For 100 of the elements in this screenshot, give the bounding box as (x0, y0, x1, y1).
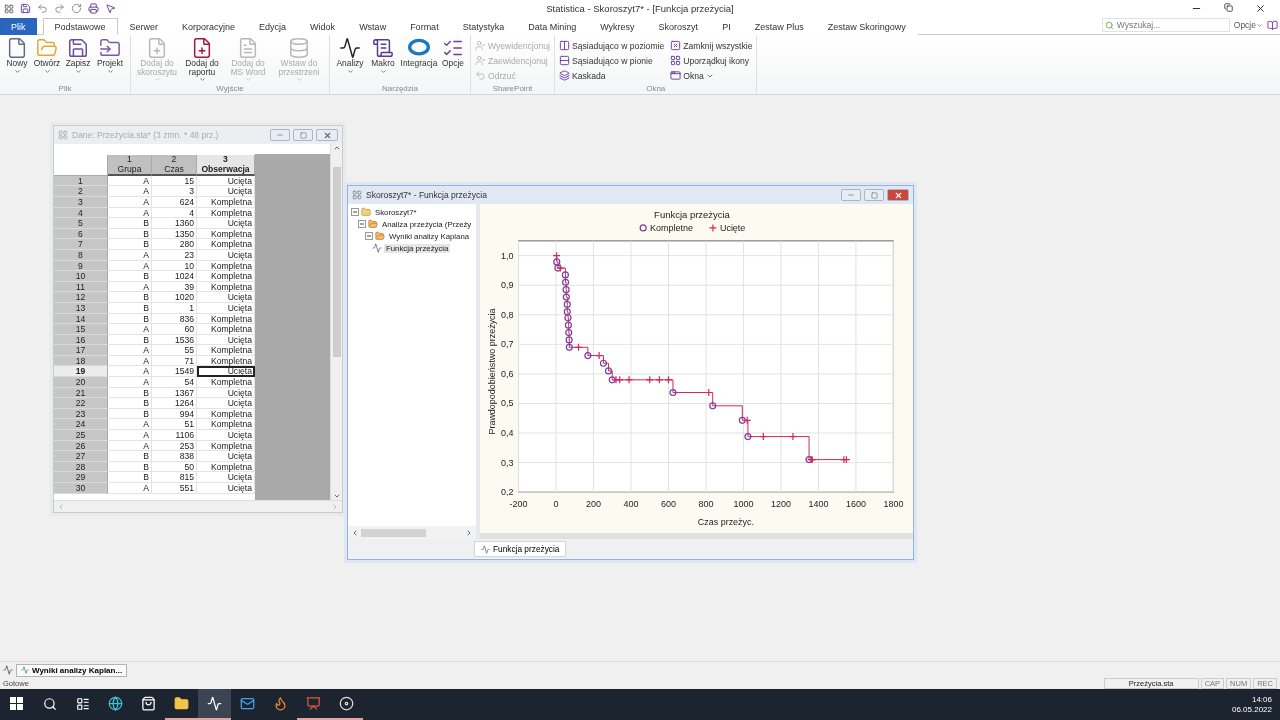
restore-icon[interactable] (1224, 3, 1233, 12)
collapse-icon[interactable] (351, 208, 359, 216)
row-header[interactable]: 24 (54, 419, 108, 431)
row-header[interactable]: 15 (54, 324, 108, 335)
group-label: SharePoint (491, 84, 534, 94)
chart-icon[interactable] (207, 696, 222, 711)
row-header[interactable]: 6 (54, 228, 108, 240)
redo-icon[interactable] (54, 3, 65, 14)
row-header[interactable]: 21 (54, 387, 108, 399)
table-cell: B (108, 334, 152, 346)
mail-icon[interactable] (240, 696, 255, 711)
undo-icon[interactable] (37, 3, 48, 14)
row-header[interactable]: 26 (54, 440, 108, 452)
ribbon-button[interactable]: Okna (670, 68, 753, 83)
ribbon-button[interactable]: Makro (368, 37, 398, 84)
ribbon-button[interactable]: Sąsiadująco w poziomie (559, 38, 665, 53)
column-header[interactable]: 3 Obserwacja (197, 154, 255, 176)
row-header[interactable]: 25 (54, 430, 108, 441)
refresh-icon[interactable] (71, 3, 82, 14)
row-header[interactable]: 20 (54, 377, 108, 388)
ribbon-tab[interactable]: Podstawowe (42, 18, 118, 35)
ribbon-button[interactable]: Analizy (334, 37, 366, 84)
scroll-up-icon[interactable] (332, 144, 341, 152)
ribbon-button[interactable]: Uporządkuj ikony (670, 53, 753, 68)
ribbon-button[interactable]: Otwórz (32, 37, 62, 84)
row-header[interactable]: 28 (54, 461, 108, 473)
row-header[interactable]: 4 (54, 207, 108, 219)
row-header[interactable]: 17 (54, 345, 108, 356)
close-button[interactable] (316, 129, 338, 141)
collapse-icon[interactable] (365, 232, 373, 240)
ribbon-button[interactable]: Sąsiadująco w pionie (559, 53, 665, 68)
document-tab[interactable]: Funkcja przeżycia (474, 541, 567, 557)
row-header[interactable]: 1 (54, 175, 108, 187)
column-header[interactable]: 2 Czas (152, 154, 197, 176)
row-header[interactable]: 29 (54, 472, 108, 483)
table-cell: 253 (152, 440, 197, 452)
row-header[interactable]: 30 (54, 483, 108, 494)
close-icon[interactable] (1255, 3, 1266, 14)
ribbon-button[interactable]: Dodaj do raportu (181, 37, 223, 84)
grid-icon (670, 55, 682, 66)
table-cell: B (108, 461, 152, 473)
row-header[interactable]: 2 (54, 186, 108, 197)
row-header[interactable]: 8 (54, 249, 108, 261)
scroll-left-icon[interactable] (351, 528, 359, 537)
flame-icon[interactable] (273, 696, 288, 711)
row-header[interactable]: 7 (54, 239, 108, 250)
windows-logo-icon[interactable] (10, 697, 23, 710)
row-header[interactable]: 12 (54, 292, 108, 303)
scroll-down-icon[interactable] (332, 492, 341, 500)
folder-icon[interactable] (174, 696, 189, 711)
folder-icon (36, 37, 58, 59)
collapse-icon[interactable] (358, 220, 366, 228)
minimized-window[interactable]: Wyniki analizy Kaplan... (16, 663, 128, 677)
row-header[interactable]: 23 (54, 408, 108, 420)
ribbon-button[interactable]: Nowy (4, 37, 30, 84)
search-field[interactable]: Wyszukaj... (1101, 18, 1230, 32)
row-header[interactable]: 22 (54, 398, 108, 409)
caret-icon (1256, 21, 1263, 29)
scrollbar-thumb[interactable] (361, 528, 426, 537)
shopping-bag-icon[interactable] (141, 696, 156, 711)
row-header[interactable]: 16 (54, 334, 108, 346)
pointer-icon[interactable] (105, 3, 116, 14)
ribbon-button[interactable]: Kaskada (559, 68, 665, 83)
ribbon-button[interactable]: Projekt (94, 37, 126, 84)
graph-icon (372, 243, 382, 253)
data-point (595, 351, 604, 360)
presentation-icon[interactable] (306, 696, 321, 711)
row-header[interactable]: 5 (54, 218, 108, 229)
user-minus-icon (475, 55, 486, 66)
row-header[interactable]: 10 (54, 271, 108, 282)
group-label: Wyjście (215, 84, 245, 94)
row-header[interactable]: 9 (54, 260, 108, 272)
ribbon-button[interactable]: Zapisz (64, 37, 92, 84)
close-button[interactable] (887, 189, 909, 201)
save-icon[interactable] (20, 3, 31, 14)
minimize-icon (276, 131, 284, 139)
row-header[interactable]: 27 (54, 451, 108, 462)
scroll-right-icon[interactable] (465, 528, 473, 537)
scrollbar-thumb[interactable] (332, 167, 341, 357)
rows-icon (559, 55, 571, 66)
row-header[interactable]: 3 (54, 196, 108, 208)
row-header[interactable]: 13 (54, 302, 108, 314)
table-cell: 60 (152, 324, 197, 335)
ribbon-button[interactable]: Zamknij wszystkie (670, 38, 753, 53)
disc-icon[interactable] (339, 696, 354, 711)
row-header[interactable]: 18 (54, 355, 108, 367)
printer-icon[interactable] (88, 3, 99, 14)
ribbon-button[interactable]: Integracja (400, 37, 438, 84)
row-header[interactable]: 19 (54, 366, 108, 378)
globe-icon[interactable] (108, 696, 123, 711)
column-header[interactable]: 1 Grupa (108, 154, 152, 176)
ribbon-button[interactable]: Opcje (440, 37, 466, 84)
row-header[interactable]: 11 (54, 281, 108, 293)
ribbon-tab[interactable]: Plik (0, 18, 37, 35)
options-menu[interactable]: Opcje (1233, 20, 1263, 30)
row-header[interactable]: 14 (54, 313, 108, 325)
search-icon[interactable] (42, 696, 57, 711)
table-cell: B (108, 239, 152, 250)
task-view-icon[interactable] (75, 696, 90, 711)
book-icon[interactable] (1267, 19, 1278, 31)
